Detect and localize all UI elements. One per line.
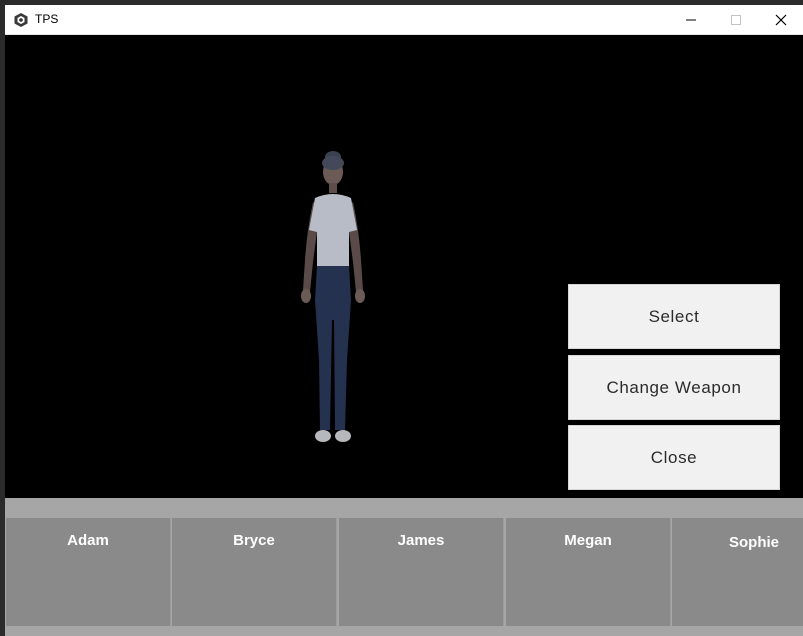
character-card-adam[interactable]: Adam [6,518,171,626]
character-list[interactable]: Adam Bryce James Megan Sophie [5,518,803,636]
character-preview-viewport: Select Change Weapon Close [5,35,803,498]
maximize-button[interactable] [713,5,758,34]
title-bar: TPS [5,5,803,35]
close-icon [775,14,786,25]
minimize-button[interactable] [668,5,713,34]
window-title: TPS [35,12,59,26]
character-card-bryce[interactable]: Bryce [172,518,337,626]
character-card-james[interactable]: James [339,518,504,626]
change-weapon-button[interactable]: Change Weapon [568,355,780,420]
character-model [301,151,365,442]
close-button[interactable]: Close [568,425,780,490]
game-window: TPS Select Change Weapon Close Adam Bryc… [5,5,803,636]
select-button[interactable]: Select [568,284,780,349]
close-window-button[interactable] [758,5,803,34]
character-card-sophie[interactable]: Sophie [672,518,803,626]
unity-logo-icon [14,13,28,27]
maximize-icon [730,14,741,25]
character-strip-header [5,498,803,518]
minimize-icon [685,19,696,20]
character-card-megan[interactable]: Megan [506,518,671,626]
